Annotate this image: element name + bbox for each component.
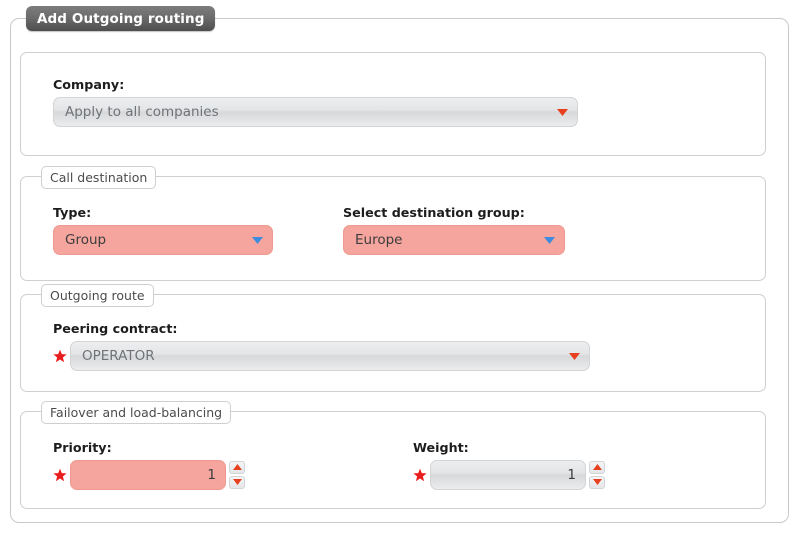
priority-input-value: 1	[207, 466, 216, 483]
call-destination-section: Call destination Type: Group Select dest…	[20, 166, 766, 281]
priority-control-line: 1	[53, 459, 263, 490]
priority-label: Priority:	[53, 439, 112, 455]
panel-title-tab: Add Outgoing routing	[26, 6, 216, 31]
weight-input[interactable]: 1	[430, 459, 586, 490]
weight-stepper[interactable]: 1	[430, 459, 605, 490]
weight-label: Weight:	[413, 439, 469, 455]
priority-decrement-button[interactable]	[229, 475, 245, 489]
priority-field-row: Priority: 1	[53, 440, 263, 490]
call-destination-section-body: Type: Group Select destination group: Eu…	[33, 183, 753, 270]
company-control-line: Apply to all companies	[53, 96, 578, 127]
type-control-line: Group	[53, 224, 273, 255]
destination-group-select[interactable]: Europe	[343, 224, 565, 255]
chevron-down-icon	[557, 108, 568, 116]
outgoing-route-section-body: Peering contract: OPERATOR	[33, 301, 753, 381]
priority-stepper[interactable]: 1	[70, 459, 245, 490]
weight-decrement-button[interactable]	[589, 475, 605, 489]
type-field-row: Type: Group	[53, 205, 273, 255]
company-select[interactable]: Apply to all companies	[53, 96, 578, 127]
triangle-up-icon	[232, 464, 242, 471]
chevron-down-icon	[569, 352, 580, 360]
chevron-down-icon	[544, 236, 555, 244]
destination-group-control-line: Europe	[343, 224, 565, 255]
weight-stepper-buttons	[589, 460, 605, 490]
type-select[interactable]: Group	[53, 224, 273, 255]
company-label: Company:	[53, 76, 125, 92]
failover-section-body: Priority: 1 Weight: 1	[33, 418, 753, 498]
triangle-down-icon	[232, 479, 242, 486]
weight-input-value: 1	[567, 466, 576, 483]
weight-increment-button[interactable]	[589, 460, 605, 474]
destination-group-field-row: Select destination group: Europe	[343, 205, 565, 255]
panel-title-text: Add Outgoing routing	[37, 10, 205, 27]
outgoing-route-section: Outgoing route Peering contract: OPERATO…	[20, 284, 766, 392]
company-section: Company: Apply to all companies	[20, 52, 766, 156]
company-select-value: Apply to all companies	[65, 103, 219, 120]
company-field-row: Company: Apply to all companies	[53, 77, 578, 127]
company-section-body: Company: Apply to all companies	[33, 59, 753, 145]
weight-control-line: 1	[413, 459, 623, 490]
triangle-down-icon	[592, 479, 602, 486]
priority-input[interactable]: 1	[70, 459, 226, 490]
failover-section: Failover and load-balancing Priority: 1	[20, 401, 766, 509]
triangle-up-icon	[592, 464, 602, 471]
destination-group-select-value: Europe	[355, 231, 403, 248]
peering-contract-label: Peering contract:	[53, 320, 178, 336]
required-star-icon	[413, 468, 427, 481]
type-label: Type:	[53, 204, 92, 220]
peering-contract-control-line: OPERATOR	[53, 340, 598, 371]
priority-stepper-buttons	[229, 460, 245, 490]
required-star-icon	[53, 349, 67, 362]
peering-contract-select[interactable]: OPERATOR	[70, 340, 590, 371]
peering-contract-field-row: Peering contract: OPERATOR	[53, 321, 598, 371]
required-star-icon	[53, 468, 67, 481]
weight-field-row: Weight: 1	[413, 440, 623, 490]
priority-increment-button[interactable]	[229, 460, 245, 474]
chevron-down-icon	[252, 236, 263, 244]
type-select-value: Group	[65, 231, 107, 248]
peering-contract-select-value: OPERATOR	[82, 347, 155, 364]
destination-group-label: Select destination group:	[343, 204, 525, 220]
